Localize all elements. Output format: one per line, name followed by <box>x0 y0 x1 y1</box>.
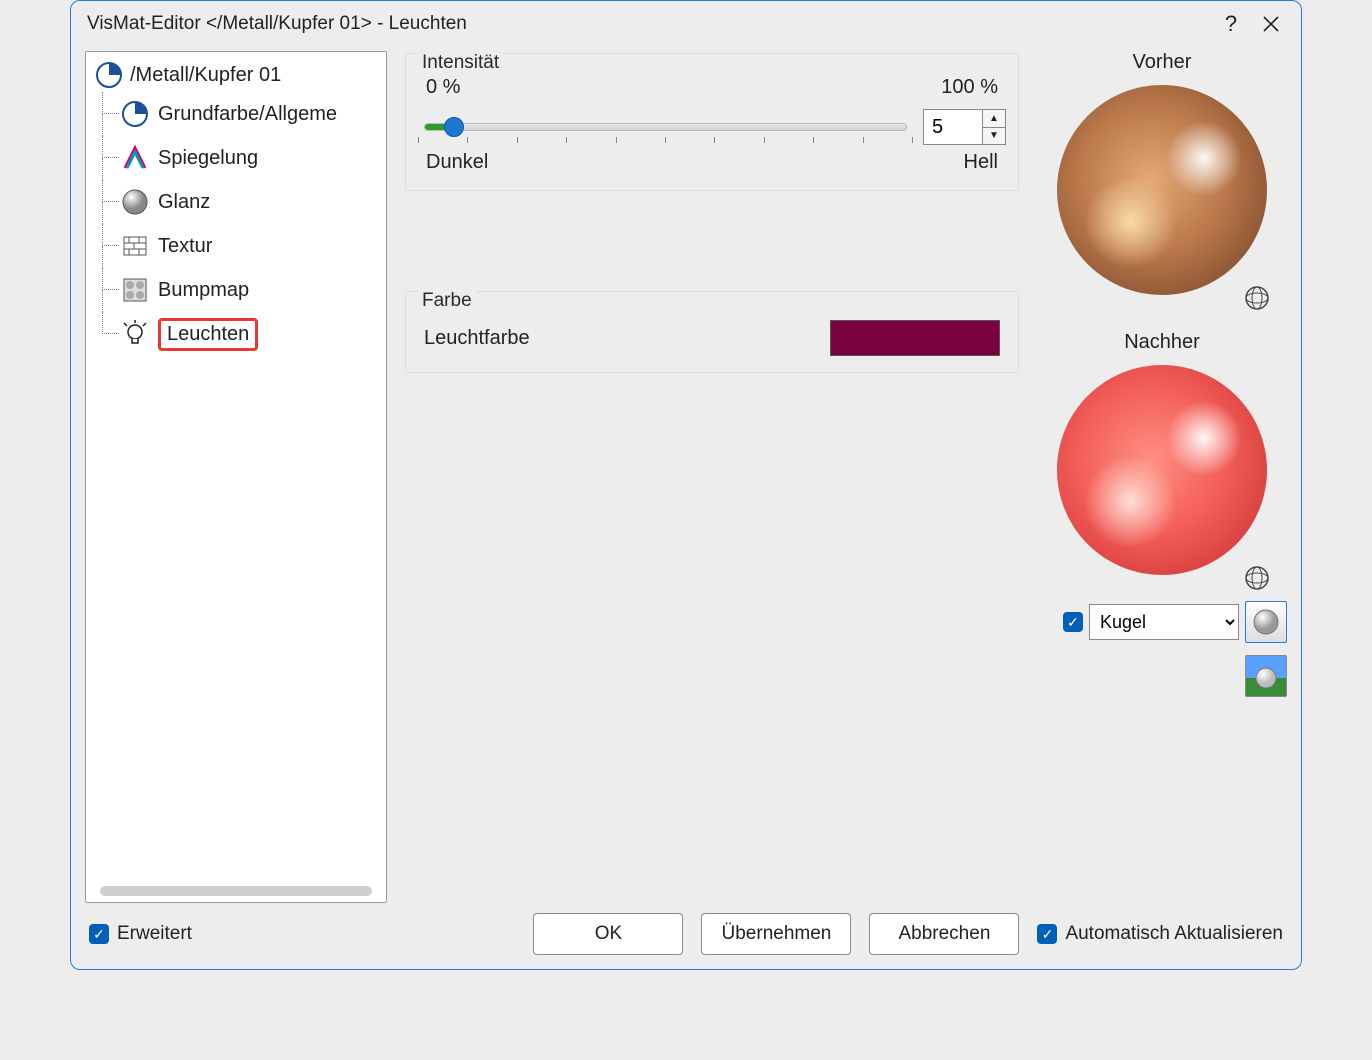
intensity-step-down[interactable]: ▼ <box>983 128 1005 145</box>
intensity-step-up[interactable]: ▲ <box>983 110 1005 128</box>
color-group: Farbe Leuchtfarbe <box>405 291 1019 373</box>
shape-enabled-checkbox[interactable]: ✓ <box>1063 612 1083 632</box>
intensity-max-label: 100 % <box>941 76 998 99</box>
texture-icon <box>120 231 150 261</box>
tree-item-textur[interactable]: Textur <box>120 224 386 268</box>
tree-item-label: Textur <box>158 235 212 258</box>
preview-before-label: Vorher <box>1133 51 1192 74</box>
color-group-label: Farbe <box>418 290 476 312</box>
help-button[interactable]: ? <box>1211 4 1251 44</box>
environment-before-button[interactable] <box>1242 283 1272 313</box>
tree-item-label: Grundfarbe/Allgeme <box>158 103 337 126</box>
apply-button[interactable]: Übernehmen <box>701 913 851 955</box>
tree-item-label: Leuchten <box>158 318 258 351</box>
intensity-spinner[interactable]: ▲ ▼ <box>923 109 1006 145</box>
intensity-value-input[interactable] <box>924 110 982 144</box>
advanced-label: Erweitert <box>117 923 192 945</box>
intensity-low-label: Dunkel <box>426 151 488 174</box>
tree-panel: /Metall/Kupfer 01 Grundfarbe/Allgeme Spi… <box>85 51 387 903</box>
intensity-slider[interactable] <box>418 123 913 131</box>
ok-button[interactable]: OK <box>533 913 683 955</box>
preview-environment-button[interactable] <box>1245 655 1287 697</box>
preview-after <box>1052 360 1272 585</box>
basecolor-icon <box>120 99 150 129</box>
titlebar: VisMat-Editor </Metall/Kupfer 01> - Leuc… <box>71 1 1301 47</box>
close-button[interactable] <box>1251 4 1291 44</box>
properties-panel: Intensität 0 % 100 % <box>405 51 1019 903</box>
tree-item-bumpmap[interactable]: Bumpmap <box>120 268 386 312</box>
lightbulb-icon <box>120 319 150 349</box>
tree-item-reflection[interactable]: Spiegelung <box>120 136 386 180</box>
window-title: VisMat-Editor </Metall/Kupfer 01> - Leuc… <box>87 13 467 35</box>
intensity-high-label: Hell <box>964 151 998 174</box>
tree-item-gloss[interactable]: Glanz <box>120 180 386 224</box>
advanced-checkbox-icon: ✓ <box>89 924 109 944</box>
cancel-button[interactable]: Abbrechen <box>869 913 1019 955</box>
material-icon <box>94 60 124 90</box>
preview-after-label: Nachher <box>1124 331 1200 354</box>
reflection-icon <box>120 143 150 173</box>
tree-item-basecolor[interactable]: Grundfarbe/Allgeme <box>120 92 386 136</box>
intensity-group: Intensität 0 % 100 % <box>405 53 1019 191</box>
tree-item-label: Bumpmap <box>158 279 249 302</box>
footer: ✓ Erweitert OK Übernehmen Abbrechen ✓ Au… <box>71 903 1301 969</box>
auto-update-label: Automatisch Aktualisieren <box>1065 923 1283 945</box>
gloss-icon <box>120 187 150 217</box>
auto-update-toggle[interactable]: ✓ Automatisch Aktualisieren <box>1037 923 1283 945</box>
tree-root[interactable]: /Metall/Kupfer 01 <box>90 58 386 92</box>
preview-panel: Vorher <box>1037 51 1287 903</box>
tree-horizontal-scrollbar[interactable] <box>100 886 372 896</box>
preview-shape-sphere-button[interactable] <box>1245 601 1287 643</box>
intensity-group-label: Intensität <box>418 52 503 74</box>
bumpmap-icon <box>120 275 150 305</box>
emission-color-label: Leuchtfarbe <box>424 327 810 350</box>
advanced-toggle[interactable]: ✓ Erweitert <box>89 923 192 945</box>
tree-item-label: Spiegelung <box>158 147 258 170</box>
tree-root-label: /Metall/Kupfer 01 <box>130 64 281 87</box>
dialog-window: VisMat-Editor </Metall/Kupfer 01> - Leuc… <box>70 0 1302 970</box>
tree-item-emission[interactable]: Leuchten <box>120 312 386 356</box>
emission-color-swatch[interactable] <box>830 320 1000 356</box>
preview-before <box>1052 80 1272 305</box>
intensity-min-label: 0 % <box>426 76 460 99</box>
tree-item-label: Glanz <box>158 191 210 214</box>
preview-shape-select[interactable]: Kugel <box>1089 604 1239 640</box>
auto-update-checkbox-icon: ✓ <box>1037 924 1057 944</box>
environment-after-button[interactable] <box>1242 563 1272 593</box>
